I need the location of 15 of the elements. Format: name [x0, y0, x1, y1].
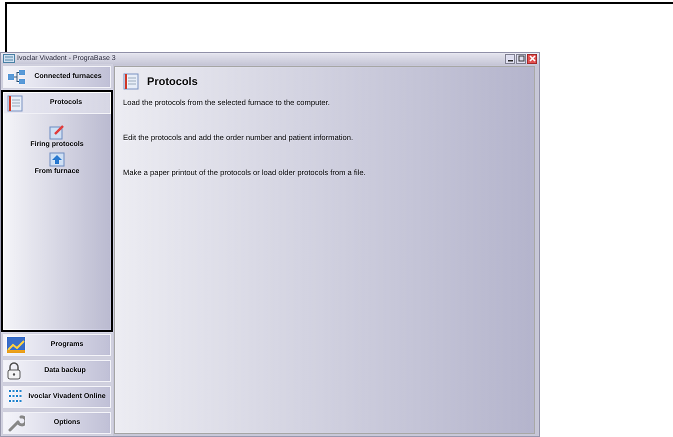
- maximize-button[interactable]: [516, 54, 526, 64]
- minimize-button[interactable]: [505, 54, 515, 64]
- upload-icon: [48, 151, 65, 167]
- chart-icon: [7, 337, 25, 353]
- notebook-icon: [7, 94, 23, 112]
- close-icon: [528, 55, 536, 62]
- notebook-icon: [123, 73, 139, 90]
- wrench-icon: [7, 414, 25, 432]
- network-icon: [7, 69, 27, 85]
- lock-icon: [7, 362, 21, 380]
- edit-icon: [49, 124, 65, 140]
- app-icon: [3, 54, 15, 63]
- section-heading: Protocols: [147, 76, 198, 88]
- maximize-icon: [518, 55, 524, 62]
- close-button[interactable]: [527, 54, 537, 64]
